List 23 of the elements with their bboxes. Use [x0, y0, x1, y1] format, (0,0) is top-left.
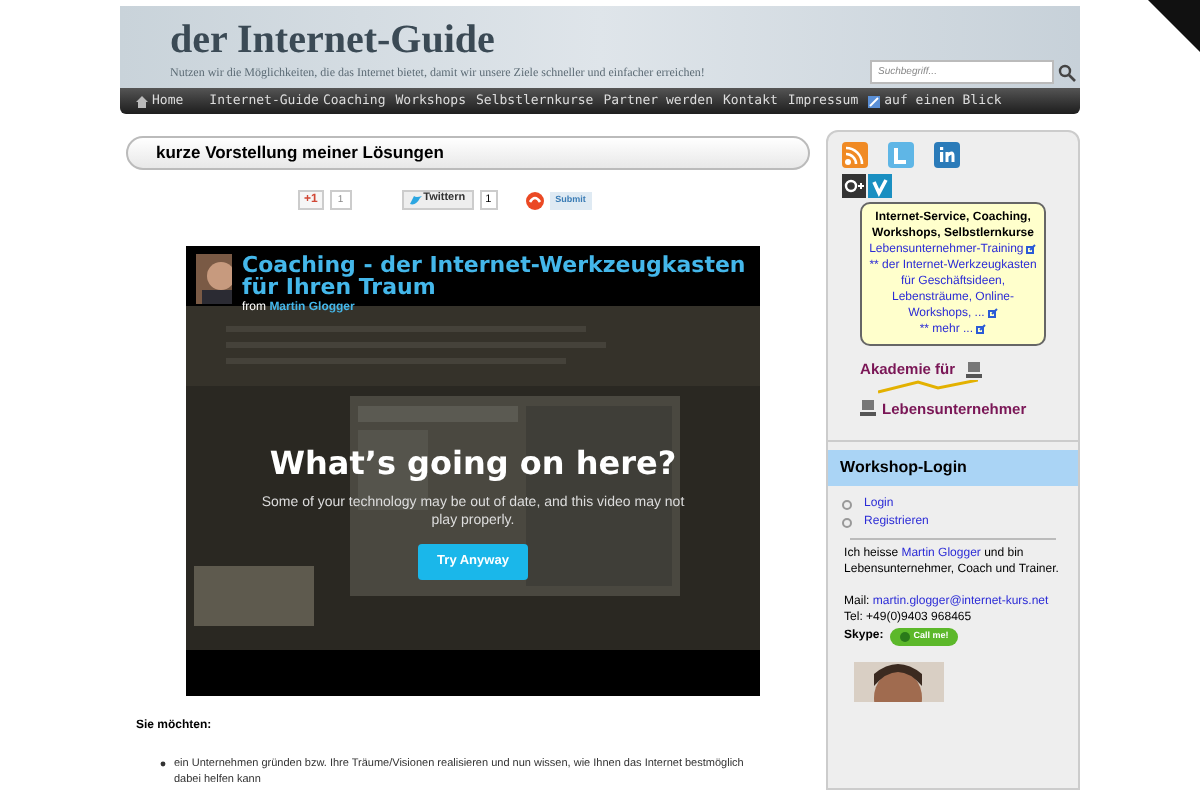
- section-title: kurze Vorstellung meiner Lösungen: [126, 136, 811, 170]
- external-link-icon: [987, 307, 998, 318]
- bullet-icon: [842, 518, 853, 528]
- widget-title: Workshop-Login: [828, 450, 1078, 486]
- video-title[interactable]: Coaching - der Internet-Werkzeugkasten für Ihren Traum: [242, 254, 750, 298]
- page-corner-icon: [1148, 0, 1200, 52]
- home-icon: [136, 95, 148, 107]
- site-title: der Internet-Guide: [168, 18, 497, 62]
- external-link-icon: [976, 323, 987, 334]
- bird-icon: [409, 195, 422, 205]
- external-link-icon: [1026, 243, 1037, 254]
- computer-icon: [860, 400, 877, 416]
- globe-icon: [899, 632, 910, 642]
- google-plus-icon[interactable]: [842, 174, 867, 198]
- search-icon[interactable]: [1058, 63, 1076, 81]
- linkedin-icon[interactable]: [934, 142, 961, 168]
- connector-line: [878, 380, 979, 394]
- bullet-icon: [160, 756, 166, 772]
- vimeo-icon[interactable]: [868, 174, 893, 198]
- link-icon: [868, 95, 881, 107]
- computer-icon: [966, 362, 983, 378]
- bullet-icon: [842, 500, 853, 510]
- warning-heading: What’s going on here?: [269, 446, 677, 482]
